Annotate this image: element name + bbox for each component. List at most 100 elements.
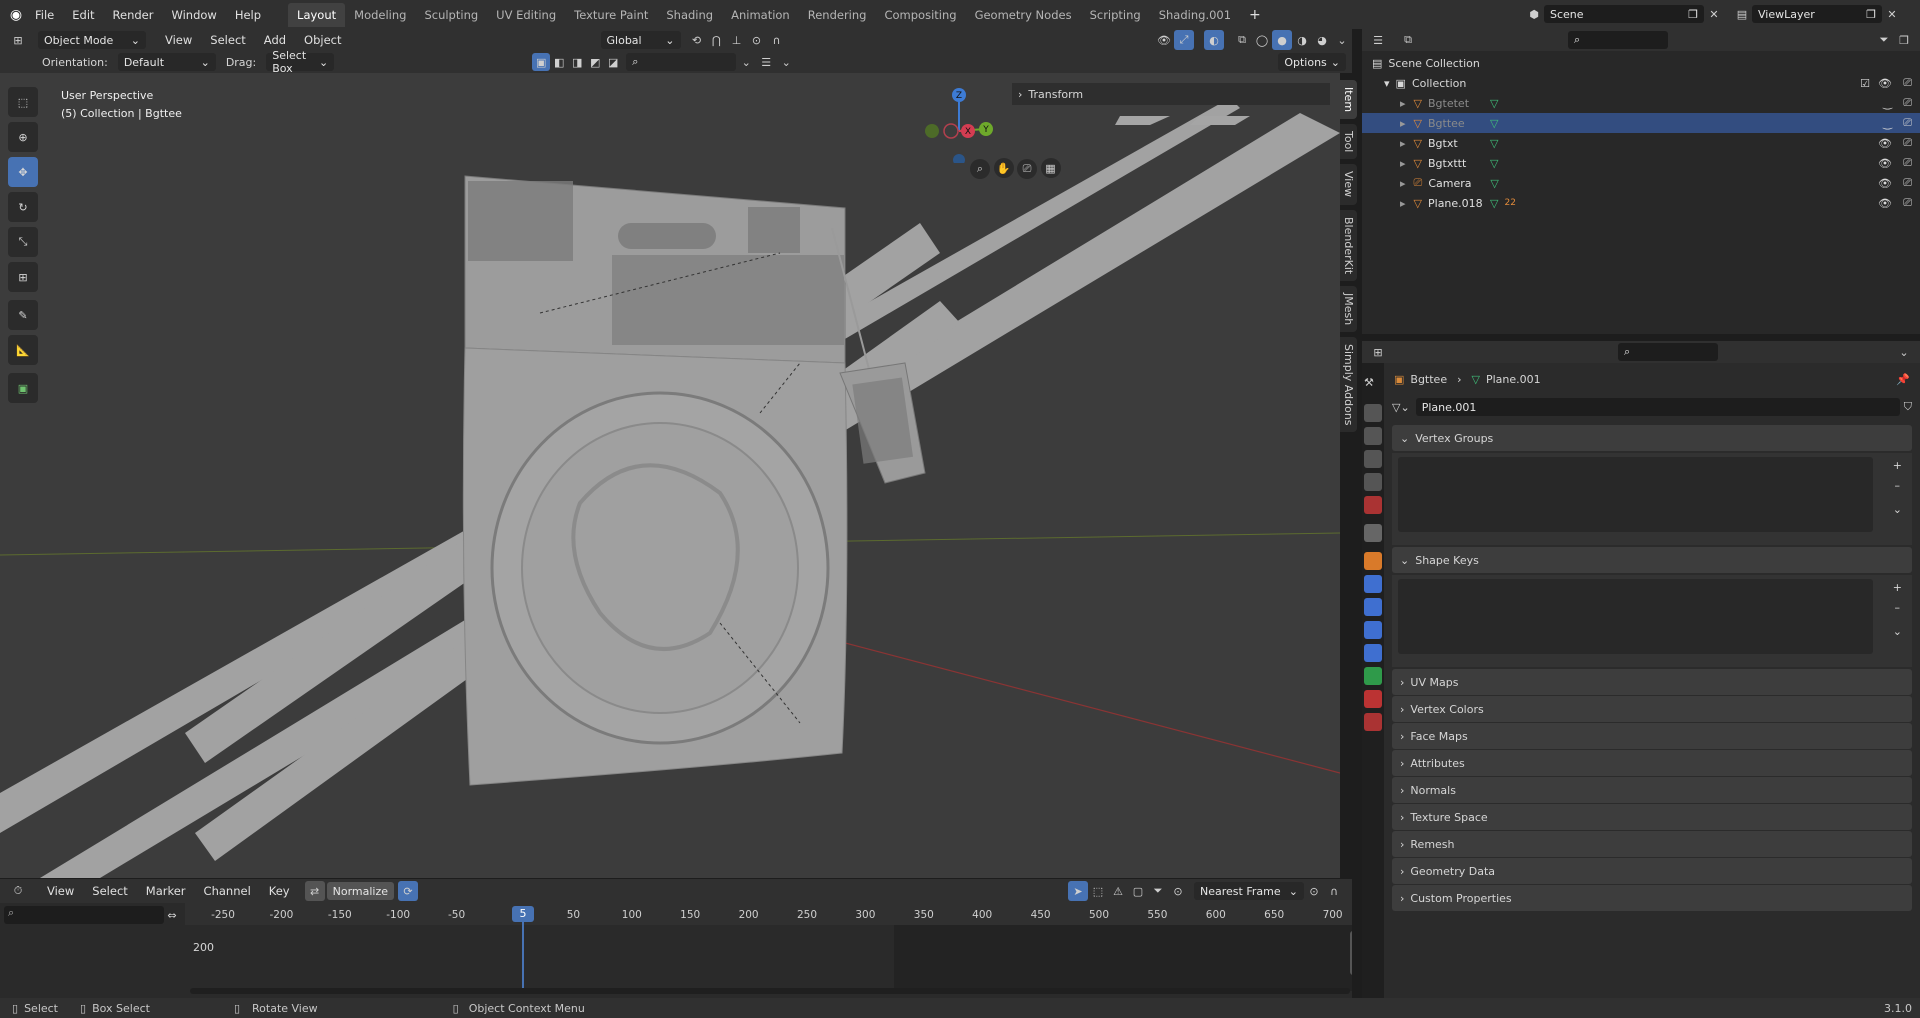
navigation-gizmo[interactable]: Z Y X: [915, 83, 995, 163]
viewport-menu-view[interactable]: View: [156, 33, 201, 47]
overlay-icon[interactable]: ◐: [1204, 30, 1224, 50]
chevron-right-icon[interactable]: ▸: [1400, 197, 1406, 210]
tool-tab-icon[interactable]: ⚒: [1364, 376, 1382, 394]
select-invert-icon[interactable]: ◩: [586, 52, 604, 72]
options-button[interactable]: Options ⌄: [1278, 53, 1346, 71]
visibility-icon[interactable]: 👁: [1154, 30, 1174, 50]
checkbox-icon[interactable]: ☑: [1860, 77, 1870, 90]
select-arrow-icon[interactable]: ➤: [1068, 881, 1088, 901]
tab-compositing[interactable]: Compositing: [875, 3, 965, 27]
chevron-down-icon[interactable]: ⌄: [1893, 503, 1902, 516]
collection-tab-icon[interactable]: [1364, 524, 1382, 542]
timeline-menu-view[interactable]: View: [38, 884, 83, 898]
pan-hand-icon[interactable]: ✋: [993, 158, 1014, 178]
viewport-menu-add[interactable]: Add: [255, 33, 295, 47]
chevron-right-icon[interactable]: ▸: [1400, 177, 1406, 190]
snap-target-icon[interactable]: ⊥: [727, 30, 747, 50]
tab-texture-paint[interactable]: Texture Paint: [565, 3, 657, 27]
normalize-button[interactable]: Normalize: [326, 882, 395, 900]
viewlayer-selector[interactable]: ViewLayer ❐: [1752, 5, 1882, 23]
tab-shading-001[interactable]: Shading.001: [1150, 3, 1240, 27]
list-box[interactable]: [1398, 579, 1873, 654]
viewport-scene[interactable]: [0, 73, 1340, 878]
eye-icon[interactable]: 👁: [1878, 197, 1892, 210]
eye-icon[interactable]: ‿: [1883, 117, 1892, 130]
chevron-down-icon[interactable]: ⌄: [736, 52, 756, 72]
render-tab-icon[interactable]: [1364, 404, 1382, 422]
camera-icon[interactable]: ⎚: [1903, 116, 1912, 130]
mesh-name-field[interactable]: Plane.001: [1415, 398, 1900, 416]
viewport-menu-object[interactable]: Object: [295, 33, 350, 47]
drag-dropdown[interactable]: Select Box ⌄: [266, 49, 335, 75]
tab-sculpting[interactable]: Sculpting: [415, 3, 487, 27]
menu-render[interactable]: Render: [104, 8, 163, 22]
outliner-item-label[interactable]: Camera: [1428, 177, 1486, 190]
measure-tool[interactable]: 📐: [8, 335, 38, 365]
texture-tab-icon[interactable]: [1364, 713, 1382, 731]
annotate-tool[interactable]: ✎: [8, 300, 38, 330]
material-tab-icon[interactable]: [1364, 690, 1382, 708]
outliner-item[interactable]: ▸ ▽ Bgtetet ▽ ‿ ⎚: [1362, 93, 1920, 113]
material-shading-icon[interactable]: ◑: [1292, 30, 1312, 50]
snap-dropdown[interactable]: Nearest Frame ⌄: [1194, 882, 1304, 900]
tab-rendering[interactable]: Rendering: [799, 3, 876, 27]
menu-file[interactable]: File: [26, 8, 63, 22]
tab-shading[interactable]: Shading: [657, 3, 722, 27]
filter-icon[interactable]: ⏷: [1874, 30, 1894, 50]
editor-type-icon[interactable]: ☰: [1368, 30, 1388, 50]
particles-tab-icon[interactable]: [1364, 598, 1382, 616]
new-collection-icon[interactable]: ❐: [1894, 30, 1914, 50]
panel-vertex-groups[interactable]: ⌄ Vertex Groups: [1392, 425, 1912, 451]
scale-tool[interactable]: ⤡: [8, 227, 38, 257]
swap-icon[interactable]: ⇔: [162, 905, 182, 925]
add-workspace-button[interactable]: +: [1240, 7, 1270, 23]
camera-icon[interactable]: ⎚: [1903, 176, 1912, 190]
chevron-down-icon[interactable]: ⌄: [1894, 342, 1914, 362]
properties-search[interactable]: ⌕: [1618, 343, 1718, 361]
pivot-icon[interactable]: ⟲: [687, 30, 707, 50]
view-layer-tab-icon[interactable]: [1364, 450, 1382, 468]
filter-icon[interactable]: ⏷: [1148, 881, 1168, 901]
blender-logo-icon[interactable]: ◉: [6, 5, 26, 25]
scene-tab-icon[interactable]: [1364, 473, 1382, 491]
box-select-icon[interactable]: ⬚: [1088, 881, 1108, 901]
select-new-icon[interactable]: ▣: [532, 53, 551, 71]
pivot-icon[interactable]: ⊙: [1168, 881, 1188, 901]
timeline-menu-key[interactable]: Key: [260, 884, 299, 898]
panel-geometry-data[interactable]: › Geometry Data: [1392, 858, 1912, 884]
chevron-right-icon[interactable]: ▸: [1400, 117, 1406, 130]
object-tab-icon[interactable]: [1364, 552, 1382, 570]
select-subtract-icon[interactable]: ◨: [568, 52, 586, 72]
sidebar-tab-blenderkit[interactable]: BlenderKit: [1340, 209, 1357, 281]
timeline-menu-channel[interactable]: Channel: [195, 884, 260, 898]
scene-selector[interactable]: Scene ❐: [1544, 5, 1704, 23]
panel-normals[interactable]: › Normals: [1392, 777, 1912, 803]
gizmo-icon[interactable]: ⤢: [1174, 30, 1194, 50]
warning-icon[interactable]: ⚠: [1108, 881, 1128, 901]
display-mode-icon[interactable]: ⧉: [1398, 30, 1418, 50]
search-field[interactable]: ⌕: [626, 53, 737, 71]
panel-uv-maps[interactable]: › UV Maps: [1392, 669, 1912, 695]
outliner-item[interactable]: ▸ ▽ Plane.018 ▽ 22 👁 ⎚: [1362, 193, 1920, 213]
panel-vertex-colors[interactable]: › Vertex Colors: [1392, 696, 1912, 722]
outliner-item-label[interactable]: Bgtetet: [1428, 97, 1486, 110]
timeline-menu-select[interactable]: Select: [83, 884, 136, 898]
ghost-icon[interactable]: ▢: [1128, 881, 1148, 901]
sidebar-tab-view[interactable]: View: [1340, 164, 1357, 205]
editor-type-icon[interactable]: ⊞: [8, 30, 28, 50]
menu-edit[interactable]: Edit: [63, 8, 103, 22]
panel-remesh[interactable]: › Remesh: [1392, 831, 1912, 857]
outliner-search[interactable]: ⌕: [1568, 31, 1668, 49]
refresh-icon[interactable]: ⟳: [398, 881, 419, 901]
select-extend-icon[interactable]: ◧: [550, 52, 568, 72]
constraints-tab-icon[interactable]: [1364, 644, 1382, 662]
timeline-vscroll[interactable]: [1350, 931, 1352, 975]
chevron-down-icon[interactable]: ⌄: [1332, 30, 1352, 50]
add-icon[interactable]: +: [1893, 459, 1902, 472]
chevron-right-icon[interactable]: ▸: [1400, 157, 1406, 170]
camera-icon[interactable]: ⎚: [1903, 96, 1912, 110]
transform-panel-header[interactable]: › Transform: [1012, 83, 1330, 105]
outliner-item-label[interactable]: Bgtxt: [1428, 137, 1486, 150]
outliner-item-label[interactable]: Bgtxttt: [1428, 157, 1486, 170]
timeline-search[interactable]: ⌕: [4, 906, 164, 924]
